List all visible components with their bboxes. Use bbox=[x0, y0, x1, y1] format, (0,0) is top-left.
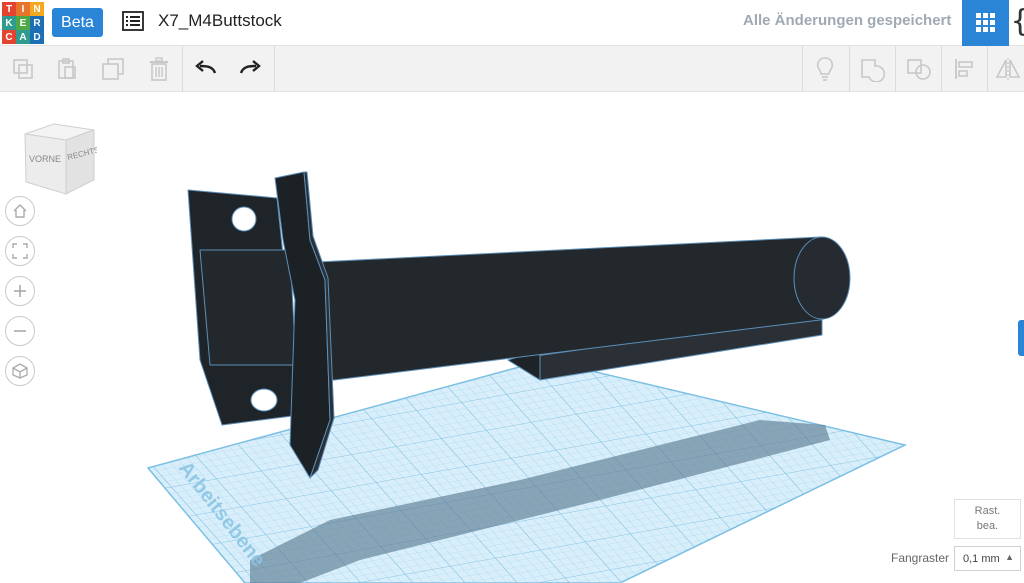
top-bar: TINKERCAD Beta X7_M4Buttstock Alle Änder… bbox=[0, 0, 1024, 46]
perspective-button[interactable] bbox=[5, 356, 35, 386]
view-cube-front[interactable]: VORNE bbox=[29, 154, 61, 164]
logo-letter: D bbox=[30, 30, 44, 44]
copy-button[interactable] bbox=[8, 46, 38, 92]
zoom-out-icon bbox=[14, 330, 26, 332]
design-name[interactable]: X7_M4Buttstock bbox=[158, 11, 282, 31]
copy-icon bbox=[13, 59, 33, 79]
duplicate-button[interactable] bbox=[98, 46, 128, 92]
fit-view-button[interactable] bbox=[5, 236, 35, 266]
logo-letter: R bbox=[30, 16, 44, 30]
zoom-in-icon bbox=[14, 285, 26, 297]
zoom-in-button[interactable] bbox=[5, 276, 35, 306]
view-cube[interactable]: VORNE RECHTS bbox=[22, 122, 97, 197]
scene-canvas: Arbeitsebene bbox=[146, 171, 908, 583]
undo-icon bbox=[195, 60, 217, 74]
toolbar-divider bbox=[941, 46, 942, 92]
edit-grid-button[interactable]: Rast. bea. bbox=[954, 499, 1021, 539]
paste-icon bbox=[58, 58, 76, 79]
notes-button[interactable] bbox=[810, 46, 840, 92]
zoom-out-button[interactable] bbox=[5, 316, 35, 346]
toolbar-divider bbox=[274, 46, 275, 92]
logo-letter: C bbox=[2, 30, 16, 44]
snap-grid-select[interactable]: 0,1 mm ▲ bbox=[954, 546, 1021, 571]
mirror-button[interactable] bbox=[994, 46, 1022, 92]
design-list-icon[interactable] bbox=[122, 11, 144, 31]
grid-icon bbox=[975, 13, 995, 32]
edit-toolbar bbox=[0, 46, 1024, 92]
logo-letter: I bbox=[16, 2, 30, 16]
toolbar-divider bbox=[849, 46, 850, 92]
logo-letter: E bbox=[16, 16, 30, 30]
toolbar-divider bbox=[182, 46, 183, 92]
home-view-button[interactable] bbox=[5, 196, 35, 226]
home-icon bbox=[13, 204, 27, 218]
logo-letter: T bbox=[2, 2, 16, 16]
logo-letter: A bbox=[16, 30, 30, 44]
fit-view-icon bbox=[12, 243, 28, 259]
edit-grid-label-1: Rast. bbox=[974, 505, 1001, 517]
delete-icon bbox=[150, 57, 168, 81]
caret-up-icon: ▲ bbox=[1005, 552, 1014, 562]
shapes-panel-toggle[interactable] bbox=[1018, 320, 1024, 356]
tinkercad-logo[interactable]: TINKERCAD bbox=[2, 2, 44, 44]
redo-button[interactable] bbox=[235, 46, 265, 92]
logo-letter: K bbox=[2, 16, 16, 30]
align-icon bbox=[955, 59, 973, 79]
group-button[interactable] bbox=[857, 46, 889, 92]
edit-grid-label-2: bea. bbox=[976, 520, 999, 532]
toolbar-divider bbox=[802, 46, 803, 92]
beta-badge: Beta bbox=[52, 8, 103, 37]
codeblocks-button[interactable]: { bbox=[1011, 4, 1024, 39]
3d-view-button[interactable] bbox=[962, 0, 1009, 46]
align-button[interactable] bbox=[949, 46, 979, 92]
ungroup-icon bbox=[907, 59, 931, 80]
paste-button[interactable] bbox=[52, 46, 82, 92]
mirror-icon bbox=[995, 58, 1021, 80]
perspective-icon bbox=[12, 363, 28, 379]
delete-button[interactable] bbox=[144, 46, 174, 92]
lightbulb-icon bbox=[816, 57, 834, 81]
save-status: Alle Änderungen gespeichert bbox=[743, 12, 952, 29]
snap-grid-label: Fangraster bbox=[891, 551, 950, 565]
ungroup-button[interactable] bbox=[903, 46, 935, 92]
undo-button[interactable] bbox=[191, 46, 221, 92]
3d-viewport[interactable]: Arbeitsebene VORNE RECHTS bbox=[0, 92, 1024, 583]
group-icon bbox=[861, 59, 886, 82]
toolbar-divider bbox=[987, 46, 988, 92]
duplicate-icon bbox=[102, 58, 124, 80]
toolbar-divider bbox=[895, 46, 896, 92]
redo-icon bbox=[239, 60, 261, 74]
snap-grid-value: 0,1 mm bbox=[963, 552, 1000, 565]
logo-letter: N bbox=[30, 2, 44, 16]
